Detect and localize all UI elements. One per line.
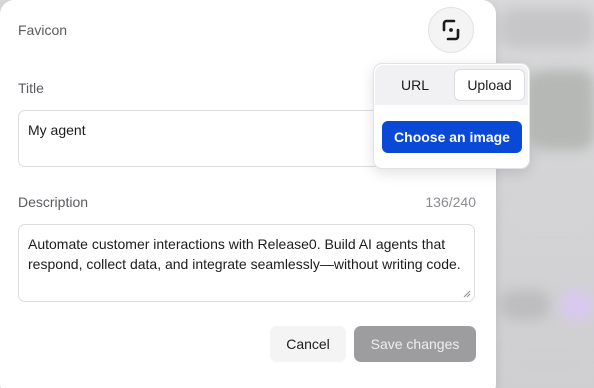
favicon-label: Favicon (18, 22, 68, 38)
title-input-value: My agent (28, 122, 86, 138)
title-label: Title (18, 80, 44, 96)
cancel-button[interactable]: Cancel (270, 326, 346, 362)
choose-image-button[interactable]: Choose an image (382, 121, 522, 153)
release0-logo-icon (442, 19, 460, 41)
favicon-source-popover: URL Upload Choose an image (373, 63, 530, 169)
save-changes-button[interactable]: Save changes (354, 326, 476, 362)
agent-settings-modal: Favicon Title My agent Description 136/2… (0, 0, 496, 388)
description-label: Description (18, 194, 89, 210)
tab-url[interactable]: URL (379, 69, 451, 101)
tab-upload[interactable]: Upload (454, 69, 525, 101)
favicon-button[interactable] (428, 7, 474, 53)
resize-handle-icon[interactable] (463, 290, 471, 298)
character-counter: 136/240 (425, 194, 476, 210)
description-textarea-value: Automate customer interactions with Rele… (28, 236, 461, 272)
source-tab-group: URL Upload (375, 65, 528, 105)
description-textarea[interactable]: Automate customer interactions with Rele… (18, 224, 475, 302)
